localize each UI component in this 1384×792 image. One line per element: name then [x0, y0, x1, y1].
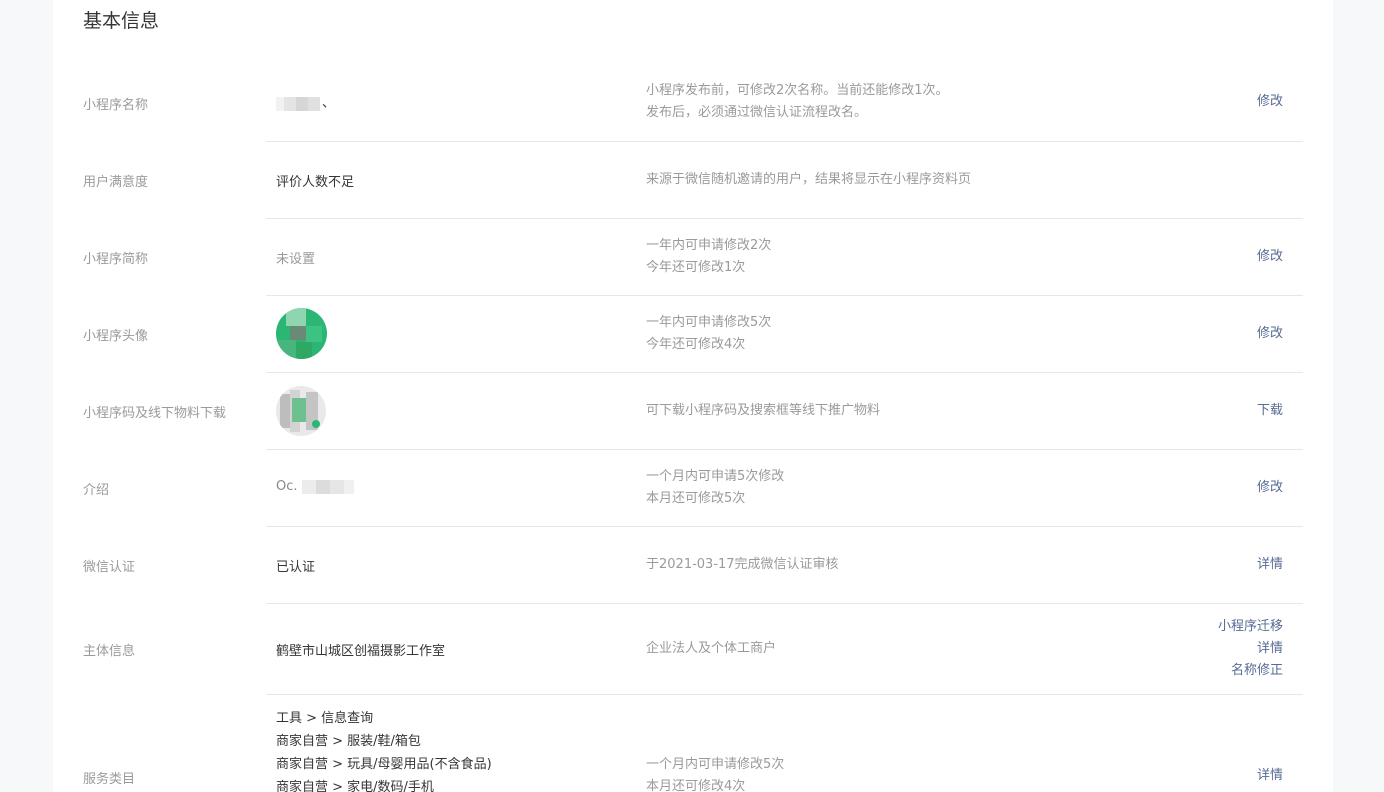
row-desc: 一个月内可申请5次修改 本月还可修改5次 [646, 466, 784, 510]
category-item: 商家自营 > 服装/鞋/箱包 [276, 734, 421, 749]
edit-name-link[interactable]: 修改 [1257, 91, 1283, 113]
row-short-name: 小程序简称 未设置 一年内可申请修改2次 今年还可修改1次 修改 [53, 219, 1333, 295]
category-list: 工具 > 信息查询 商家自营 > 服装/鞋/箱包 商家自营 > 玩具/母婴用品(… [276, 707, 492, 792]
row-label: 小程序头像 [83, 329, 149, 344]
blurred-name [276, 96, 322, 111]
mini-program-code-image [276, 386, 326, 436]
desc-line: 来源于微信随机邀请的用户，结果将显示在小程序资料页 [646, 172, 972, 187]
row-actions: 修改 [1257, 477, 1283, 499]
row-subject: 主体信息 鹤壁市山城区创福摄影工作室 企业法人及个体工商户 小程序迁移 详情 名… [53, 604, 1333, 694]
category-item: 商家自营 > 家电/数码/手机 [276, 780, 434, 792]
desc-line: 企业法人及个体工商户 [646, 641, 777, 656]
satisfaction-value: 评价人数不足 [276, 175, 355, 190]
subject-detail-link[interactable]: 详情 [1218, 638, 1283, 660]
verify-detail-link[interactable]: 详情 [1257, 554, 1283, 576]
row-label: 介绍 [83, 483, 110, 498]
subject-value: 鹤壁市山城区创福摄影工作室 [276, 644, 446, 659]
row-intro: 介绍 Oc. 一个月内可申请5次修改 本月还可修改5次 修改 [53, 450, 1333, 526]
desc-line: 今年还可修改4次 [646, 337, 746, 352]
row-actions: 修改 [1257, 246, 1283, 268]
basic-info-panel: 基本信息 小程序名称 、 小程序发布前，可修改2次名称。当前还能修改1次。 发布… [53, 0, 1333, 792]
category-item: 工具 > 信息查询 [276, 711, 374, 726]
row-desc: 于2021-03-17完成微信认证审核 [646, 554, 839, 576]
row-desc: 来源于微信随机邀请的用户，结果将显示在小程序资料页 [646, 169, 971, 191]
row-label: 小程序码及线下物料下载 [83, 406, 227, 421]
row-desc: 一年内可申请修改5次 今年还可修改4次 [646, 312, 771, 356]
row-label: 用户满意度 [83, 175, 149, 190]
desc-line: 一年内可申请修改2次 [646, 238, 772, 253]
name-suffix: 、 [322, 96, 336, 111]
migrate-link[interactable]: 小程序迁移 [1218, 616, 1283, 638]
row-actions: 修改 [1257, 91, 1283, 113]
row-qrcode: 小程序码及线下物料下载 可下载小程序码及搜索框等线下推广物料 下载 [53, 373, 1333, 449]
row-desc: 小程序发布前，可修改2次名称。当前还能修改1次。 发布后，必须通过微信认证流程改… [646, 80, 949, 124]
edit-avatar-link[interactable]: 修改 [1257, 323, 1283, 345]
desc-line: 一个月内可申请5次修改 [646, 469, 785, 484]
app-avatar-image [276, 308, 327, 359]
category-item: 商家自营 > 玩具/母婴用品(不含食品) [276, 757, 492, 772]
row-actions: 详情 [1257, 554, 1283, 576]
row-name: 小程序名称 、 小程序发布前，可修改2次名称。当前还能修改1次。 发布后，必须通… [53, 80, 1333, 141]
row-label: 主体信息 [83, 644, 136, 659]
row-desc: 可下载小程序码及搜索框等线下推广物料 [646, 400, 880, 422]
desc-line: 本月还可修改5次 [646, 491, 746, 506]
intro-prefix: Oc. [276, 479, 298, 494]
row-label: 服务类目 [83, 772, 136, 787]
desc-line: 可下载小程序码及搜索框等线下推广物料 [646, 403, 881, 418]
row-actions: 下载 [1257, 400, 1283, 422]
row-label: 小程序简称 [83, 252, 149, 267]
edit-intro-link[interactable]: 修改 [1257, 477, 1283, 499]
row-wechat-verify: 微信认证 已认证 于2021-03-17完成微信认证审核 详情 [53, 527, 1333, 603]
row-label: 小程序名称 [83, 98, 149, 113]
download-qrcode-link[interactable]: 下载 [1257, 400, 1283, 422]
edit-short-name-link[interactable]: 修改 [1257, 246, 1283, 268]
intro-value: Oc. [276, 479, 354, 494]
row-label: 微信认证 [83, 560, 136, 575]
desc-line: 于2021-03-17完成微信认证审核 [646, 557, 839, 572]
row-desc: 一年内可申请修改2次 今年还可修改1次 [646, 235, 771, 279]
desc-line: 今年还可修改1次 [646, 260, 746, 275]
row-desc: 一个月内可申请修改5次 本月还可修改4次 [646, 754, 784, 792]
section-title: 基本信息 [83, 10, 160, 32]
short-name-value: 未设置 [276, 252, 316, 267]
category-detail-link[interactable]: 详情 [1257, 765, 1283, 787]
desc-line: 小程序发布前，可修改2次名称。当前还能修改1次。 [646, 83, 949, 98]
row-desc: 企业法人及个体工商户 [646, 638, 776, 660]
row-actions: 详情 [1257, 765, 1283, 787]
desc-line: 发布后，必须通过微信认证流程改名。 [646, 105, 868, 120]
desc-line: 一个月内可申请修改5次 [646, 757, 785, 772]
name-correct-link[interactable]: 名称修正 [1218, 660, 1283, 682]
row-categories: 服务类目 工具 > 信息查询 商家自营 > 服装/鞋/箱包 商家自营 > 玩具/… [53, 695, 1333, 792]
verify-status-value: 已认证 [276, 560, 316, 575]
row-actions: 修改 [1257, 323, 1283, 345]
desc-line: 本月还可修改4次 [646, 779, 746, 792]
blurred-intro [301, 479, 354, 494]
row-actions: 小程序迁移 详情 名称修正 [1218, 616, 1283, 682]
row-satisfaction: 用户满意度 评价人数不足 来源于微信随机邀请的用户，结果将显示在小程序资料页 [53, 142, 1333, 218]
row-avatar: 小程序头像 一年内可申请修改5次 今年还可修改4次 修改 [53, 296, 1333, 372]
name-value: 、 [276, 92, 335, 111]
desc-line: 一年内可申请修改5次 [646, 315, 772, 330]
